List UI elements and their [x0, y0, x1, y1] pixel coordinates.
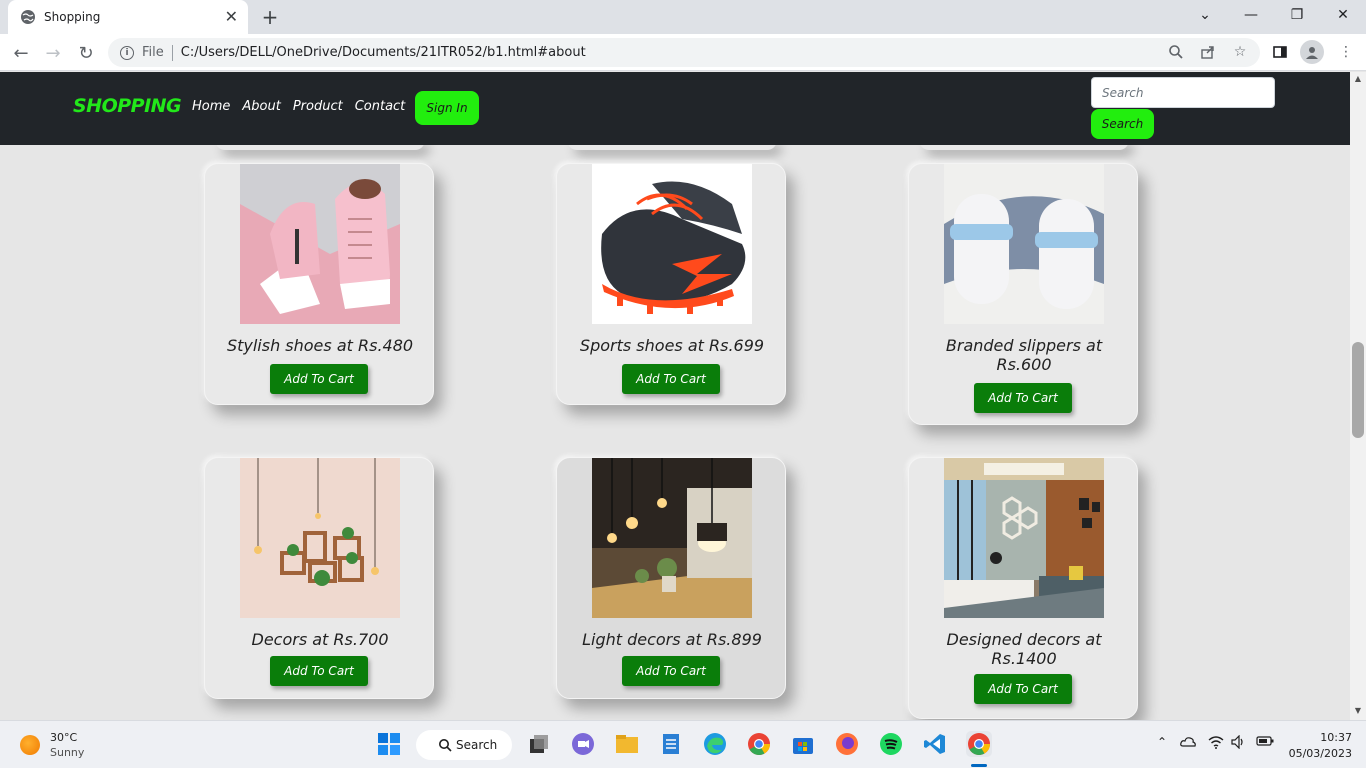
taskbar-search-label: Search: [456, 738, 498, 752]
product-card: Stylish shoes at Rs.480 Add To Cart: [204, 163, 434, 405]
nav-link-product[interactable]: Product: [293, 99, 343, 114]
tray-chevron-icon[interactable]: ⌃: [1157, 735, 1167, 749]
add-to-cart-button[interactable]: Add To Cart: [270, 364, 368, 394]
notepad-icon[interactable]: [658, 731, 684, 757]
chrome-active-icon[interactable]: [966, 731, 992, 757]
slippers-image: [944, 164, 1104, 324]
chrome-icon[interactable]: [746, 731, 772, 757]
nav-link-contact[interactable]: Contact: [355, 99, 406, 114]
browser-tab[interactable]: Shopping ✕: [8, 0, 248, 34]
page-viewport: Stylish shoes at Rs.480 Add To Cart Spor…: [0, 72, 1350, 720]
profile-avatar-icon[interactable]: [1300, 40, 1324, 64]
battery-icon[interactable]: [1256, 735, 1274, 750]
product-caption: Sports shoes at Rs.699: [579, 336, 765, 355]
add-to-cart-button[interactable]: Add To Cart: [622, 364, 720, 394]
taskbar-search-box[interactable]: Search: [416, 730, 512, 760]
restore-button[interactable]: ❐: [1274, 0, 1320, 30]
reload-button[interactable]: ↻: [73, 40, 99, 66]
product-caption: Decors at Rs.700: [251, 630, 389, 649]
search-icon: [439, 739, 452, 752]
spotify-icon[interactable]: [878, 731, 904, 757]
wifi-icon[interactable]: [1208, 735, 1224, 752]
clock-time: 10:37: [1320, 731, 1352, 744]
minimize-button[interactable]: —: [1228, 0, 1274, 30]
globe-icon: [21, 10, 35, 24]
page-scrollbar[interactable]: ▲ ▼: [1350, 72, 1366, 720]
scrollbar-thumb[interactable]: [1352, 342, 1364, 438]
weather-condition: Sunny: [50, 746, 85, 759]
edge-browser-icon[interactable]: [702, 731, 728, 757]
teams-chat-icon[interactable]: [570, 731, 596, 757]
share-icon[interactable]: [1198, 42, 1218, 62]
product-caption: Stylish shoes at Rs.480: [226, 336, 414, 355]
pink-boots-image: [240, 164, 400, 324]
product-card: Branded slippers at Rs.600 Add To Cart: [908, 163, 1138, 425]
tab-title: Shopping: [44, 10, 101, 24]
firefox-icon[interactable]: [834, 731, 860, 757]
vscode-icon[interactable]: [922, 731, 948, 757]
nav-links: Home About Product Contact: [192, 99, 405, 114]
weather-temperature: 30°C: [50, 731, 78, 744]
forward-button[interactable]: →: [40, 40, 66, 66]
menu-kebab-icon[interactable]: ⋮: [1336, 42, 1356, 62]
url-text[interactable]: C:/Users/DELL/OneDrive/Documents/21ITR05…: [181, 45, 586, 60]
football-boots-image: [592, 164, 752, 324]
search-input[interactable]: [1091, 77, 1275, 108]
side-panel-icon[interactable]: [1270, 42, 1290, 62]
browser-tab-strip: Shopping ✕ + ⌄ — ❐ ✕: [0, 0, 1366, 34]
omnibox-divider: [171, 44, 173, 61]
microsoft-store-icon[interactable]: [790, 731, 816, 757]
system-clock[interactable]: 10:37 05/03/2023: [1286, 730, 1352, 762]
sign-in-button[interactable]: Sign In: [415, 91, 479, 125]
add-to-cart-button[interactable]: Add To Cart: [622, 656, 720, 686]
product-card: Decors at Rs.700 Add To Cart: [204, 457, 434, 699]
bookmark-star-icon[interactable]: ☆: [1230, 42, 1250, 62]
product-caption: Light decors at Rs.899: [582, 630, 762, 649]
new-tab-button[interactable]: +: [258, 5, 282, 29]
product-card: Sports shoes at Rs.699 Add To Cart: [556, 163, 786, 405]
product-card: Designed decors at Rs.1400 Add To Cart: [908, 457, 1138, 719]
brand-logo[interactable]: SHOPPING: [73, 95, 182, 117]
onedrive-cloud-icon[interactable]: [1180, 735, 1196, 750]
file-explorer-icon[interactable]: [614, 731, 640, 757]
nav-link-home[interactable]: Home: [192, 99, 230, 114]
pendant-lights-image: [592, 458, 752, 618]
address-bar[interactable]: i File C:/Users/DELL/OneDrive/Documents/…: [108, 38, 1260, 67]
wall-shelves-image: [240, 458, 400, 618]
windows-taskbar: 30°C Sunny Search ⌃ 10:37 05/03/2023: [0, 720, 1366, 768]
task-view-icon[interactable]: [526, 731, 552, 757]
zoom-icon[interactable]: [1166, 42, 1186, 62]
back-button[interactable]: ←: [8, 40, 34, 66]
nav-link-about[interactable]: About: [242, 99, 280, 114]
file-scheme-label: File: [142, 45, 164, 60]
scroll-down-arrow-icon[interactable]: ▼: [1353, 706, 1363, 715]
add-to-cart-button[interactable]: Add To Cart: [270, 656, 368, 686]
product-caption: Designed decors at Rs.1400: [946, 630, 1102, 668]
site-navbar: SHOPPING Home About Product Contact Sign…: [0, 72, 1350, 145]
add-to-cart-button[interactable]: Add To Cart: [974, 674, 1072, 704]
weather-widget[interactable]: 30°C Sunny: [20, 730, 84, 760]
product-caption: Branded slippers at Rs.600: [945, 336, 1103, 374]
site-info-icon[interactable]: i: [120, 45, 134, 60]
browser-toolbar: ← → ↻ i File C:/Users/DELL/OneDrive/Docu…: [0, 34, 1366, 71]
tab-close-icon[interactable]: ✕: [225, 9, 238, 25]
product-card: Light decors at Rs.899 Add To Cart: [556, 457, 786, 699]
windows-start-icon[interactable]: [376, 731, 402, 757]
office-room-image: [944, 458, 1104, 618]
search-button[interactable]: Search: [1091, 109, 1154, 139]
clock-date: 05/03/2023: [1288, 747, 1352, 760]
sun-icon: [20, 735, 40, 755]
scroll-up-arrow-icon[interactable]: ▲: [1353, 74, 1363, 83]
add-to-cart-button[interactable]: Add To Cart: [974, 383, 1072, 413]
volume-icon[interactable]: [1230, 734, 1246, 752]
close-window-button[interactable]: ✕: [1320, 0, 1366, 30]
tab-search-chevron-icon[interactable]: ⌄: [1182, 0, 1228, 30]
active-app-indicator: [971, 764, 987, 767]
